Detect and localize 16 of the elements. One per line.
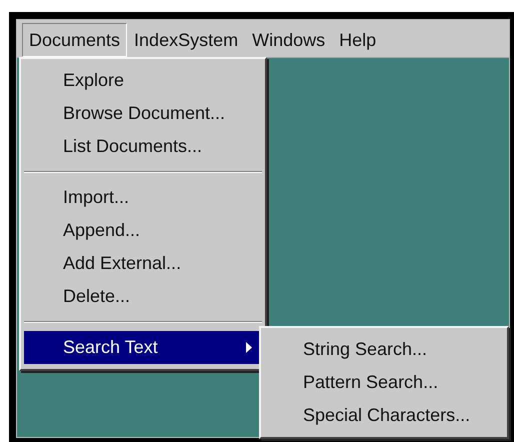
menu-bar-item[interactable]: Documents — [22, 23, 128, 57]
submenu-arrow-icon — [246, 342, 252, 353]
menu-item[interactable]: List Documents... — [24, 130, 262, 163]
menu-item[interactable]: Pattern Search... — [264, 366, 504, 399]
menu-bar-item[interactable]: IndexSystem — [127, 23, 246, 57]
menu-item[interactable]: Add External... — [24, 247, 262, 280]
menu-item[interactable]: Search Text — [24, 331, 262, 364]
menu-bar-item[interactable]: Windows — [245, 23, 332, 57]
menu-item[interactable]: Special Characters... — [264, 399, 504, 432]
menu-item[interactable]: Browse Document... — [24, 97, 262, 130]
menu-item[interactable]: Explore — [24, 64, 262, 97]
menu-item[interactable]: String Search... — [264, 333, 504, 366]
menu-item[interactable]: Import... — [24, 181, 262, 214]
menu-item[interactable]: Append... — [24, 214, 262, 247]
menu-item[interactable]: Delete... — [24, 280, 262, 313]
menu-bar-item[interactable]: Help — [332, 23, 384, 57]
